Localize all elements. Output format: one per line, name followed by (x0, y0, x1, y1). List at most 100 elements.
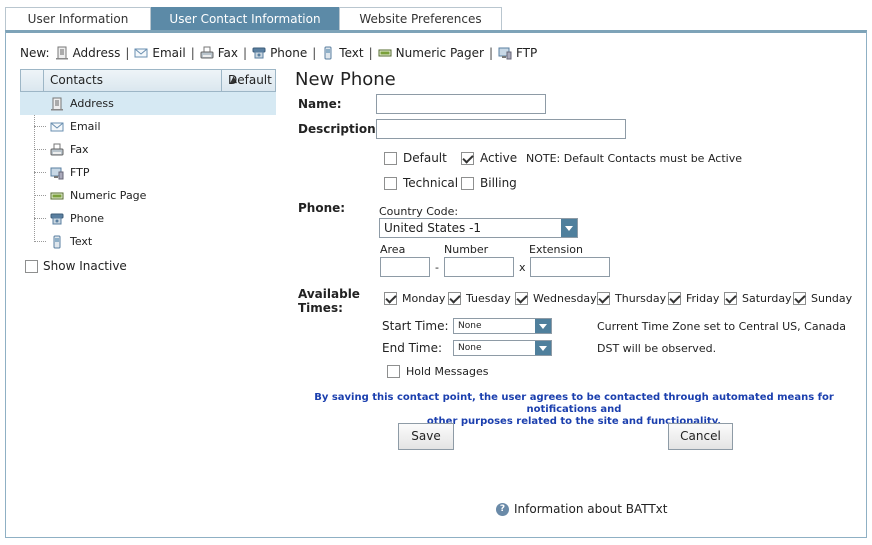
contacts-column-label: Contacts (50, 73, 103, 87)
tree-item-label: Phone (70, 212, 105, 225)
number-dash: - (435, 261, 439, 274)
day-monday: Monday (384, 292, 445, 305)
tab-user-information[interactable]: User Information (5, 7, 151, 31)
contacts-tree-header: Contacts ▲ Default (20, 69, 276, 92)
address-icon (50, 97, 64, 111)
new-numeric-pager-label: Numeric Pager (395, 46, 484, 60)
end-time-value: None (458, 343, 482, 353)
default-label: Default (403, 151, 447, 165)
default-column-header[interactable]: Default (221, 70, 275, 91)
new-fax-link[interactable]: Fax (200, 46, 238, 60)
sunday-checkbox[interactable] (793, 292, 806, 305)
phone-icon (50, 212, 64, 226)
tree-item-phone[interactable]: Phone (20, 207, 276, 230)
active-option: Active (461, 151, 517, 165)
pager-icon (50, 189, 64, 203)
ftp-icon (50, 166, 64, 180)
saturday-checkbox[interactable] (724, 292, 737, 305)
cancel-button[interactable]: Cancel (668, 423, 733, 450)
active-checkbox[interactable] (461, 151, 474, 165)
tree-item-label: Address (70, 97, 114, 110)
new-address-label: Address (72, 46, 121, 60)
country-code-select[interactable]: United States -1 (379, 218, 578, 238)
tree-item-label: Fax (70, 143, 89, 156)
day-wednesday: Wednesday (515, 292, 597, 305)
tree-item-ftp[interactable]: FTP (20, 161, 276, 184)
default-option: Default (384, 151, 447, 165)
start-time-value: None (458, 321, 482, 331)
extension-input[interactable] (530, 257, 610, 277)
tree-item-address[interactable]: Address (20, 92, 276, 115)
new-address-link[interactable]: Address (55, 46, 121, 60)
new-email-label: Email (152, 46, 186, 60)
monday-checkbox[interactable] (384, 292, 397, 305)
wednesday-checkbox[interactable] (515, 292, 528, 305)
name-input[interactable] (376, 94, 546, 114)
day-sunday: Sunday (793, 292, 852, 305)
new-fax-label: Fax (217, 46, 239, 60)
new-ftp-link[interactable]: FTP (498, 46, 537, 60)
default-checkbox[interactable] (384, 151, 397, 165)
billing-label: Billing (480, 176, 517, 190)
new-prefix: New: (20, 46, 50, 60)
form-title: New Phone (295, 69, 396, 90)
show-inactive-option: Show Inactive (25, 259, 127, 273)
number-label: Number (444, 243, 489, 256)
phone-icon (252, 46, 266, 60)
save-button[interactable]: Save (398, 423, 454, 450)
battxt-info-label: Information about BATTxt (514, 502, 668, 516)
chevron-down-icon[interactable] (535, 319, 551, 333)
disclaimer-line-2: other purposes related to the site and f… (426, 416, 722, 427)
new-text-link[interactable]: Text (321, 46, 364, 60)
chevron-down-icon[interactable] (535, 341, 551, 355)
area-code-input[interactable] (380, 257, 430, 277)
billing-option: Billing (461, 176, 517, 190)
billing-checkbox[interactable] (461, 176, 474, 190)
tree-item-fax[interactable]: Fax (20, 138, 276, 161)
day-label: Thursday (615, 292, 667, 305)
tab-user-contact-information[interactable]: User Contact Information (151, 7, 339, 31)
new-phone-link[interactable]: Phone (252, 46, 307, 60)
consent-disclaimer: By saving this contact point, the user a… (296, 392, 852, 428)
description-label: Description: (298, 122, 381, 136)
extension-x: x (519, 261, 526, 274)
battxt-info-link[interactable]: ? Information about BATTxt (496, 502, 667, 516)
name-label: Name: (298, 97, 342, 111)
tree-item-label: FTP (70, 166, 90, 179)
new-contact-toolbar: New: Address | Email | Fax | Phone | Tex… (20, 46, 538, 60)
tab-website-preferences[interactable]: Website Preferences (339, 7, 502, 31)
new-email-link[interactable]: Email (134, 46, 186, 60)
text-icon (50, 235, 64, 249)
day-label: Monday (402, 292, 446, 305)
available-times-label-1: Available (298, 287, 360, 301)
day-label: Wednesday (533, 292, 597, 305)
day-friday: Friday (668, 292, 719, 305)
technical-option: Technical (384, 176, 458, 190)
chevron-down-icon[interactable] (561, 219, 577, 237)
hold-messages-checkbox[interactable] (387, 365, 400, 378)
dst-note: DST will be observed. (597, 342, 717, 355)
start-time-select[interactable]: None (453, 318, 552, 334)
thursday-checkbox[interactable] (597, 292, 610, 305)
area-label: Area (380, 243, 406, 256)
tree-item-text[interactable]: Text (20, 230, 276, 253)
tree-item-numeric-page[interactable]: Numeric Page (20, 184, 276, 207)
country-code-value: United States -1 (384, 221, 482, 235)
show-inactive-checkbox[interactable] (25, 259, 38, 273)
tree-item-email[interactable]: Email (20, 115, 276, 138)
phone-number-input[interactable] (444, 257, 514, 277)
technical-checkbox[interactable] (384, 176, 397, 190)
day-label: Saturday (742, 292, 792, 305)
text-icon (321, 46, 335, 60)
country-code-label: Country Code: (379, 205, 459, 218)
tuesday-checkbox[interactable] (448, 292, 461, 305)
contacts-column-header[interactable]: Contacts ▲ (43, 70, 243, 91)
description-input[interactable] (376, 119, 626, 139)
new-numeric-pager-link[interactable]: Numeric Pager (378, 46, 484, 60)
new-phone-label: Phone (270, 46, 308, 60)
disclaimer-line-1: By saving this contact point, the user a… (314, 392, 834, 415)
end-time-select[interactable]: None (453, 340, 552, 356)
friday-checkbox[interactable] (668, 292, 681, 305)
new-ftp-label: FTP (515, 46, 538, 60)
phone-label: Phone: (298, 201, 346, 215)
